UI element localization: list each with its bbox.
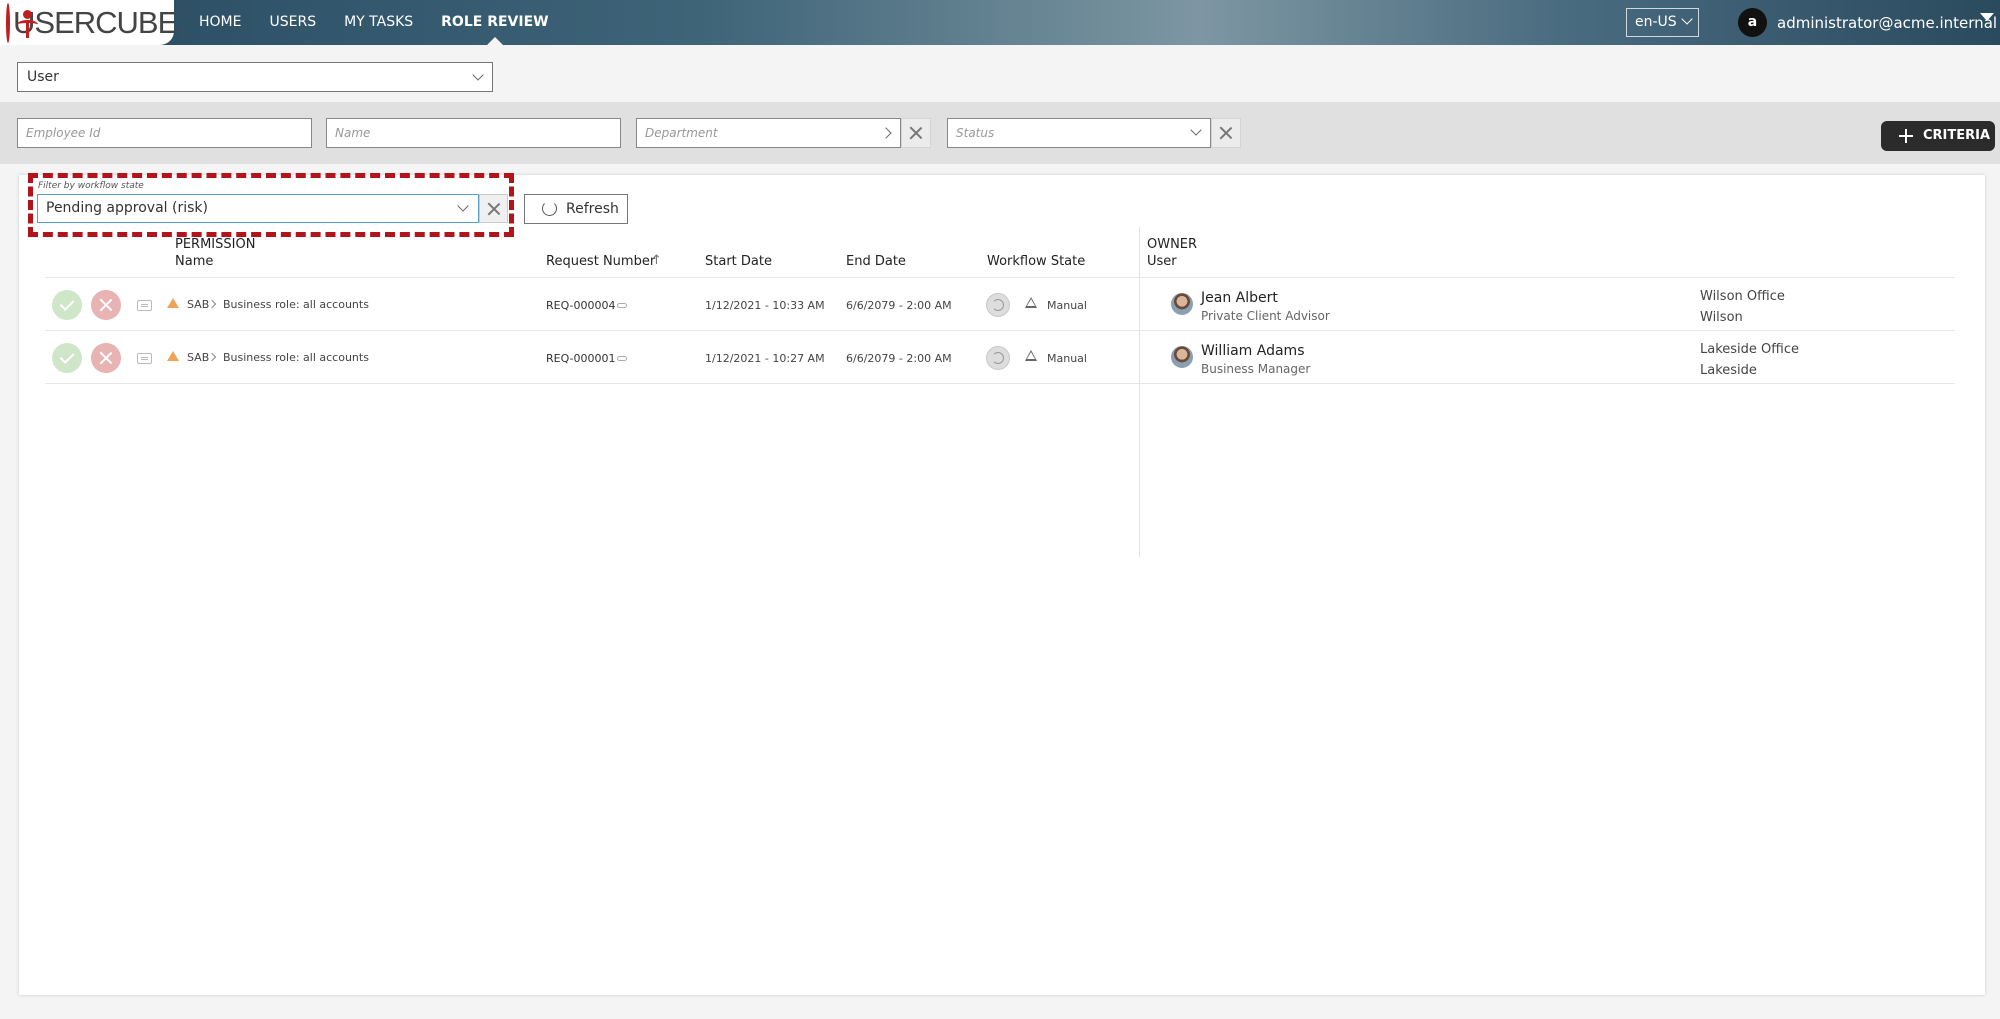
close-icon bbox=[99, 298, 113, 312]
owner-site-office: Wilson Office bbox=[1700, 289, 1785, 304]
end-date: 6/6/2079 - 2:00 AM bbox=[846, 352, 952, 365]
department-placeholder: Department bbox=[645, 126, 718, 140]
workflow-state: Manual bbox=[1047, 299, 1087, 312]
add-criteria-button[interactable]: CRITERIA bbox=[1881, 121, 1995, 151]
owner-avatar bbox=[1171, 293, 1193, 315]
owner-avatar bbox=[1171, 346, 1193, 368]
language-value: en-US bbox=[1635, 14, 1677, 30]
criteria-bar: Employee Id Name Department Status CRITE… bbox=[0, 102, 2000, 164]
workflow-state-value: Pending approval (risk) bbox=[46, 200, 208, 216]
criteria-button-label: CRITERIA bbox=[1923, 128, 1991, 143]
close-icon bbox=[909, 126, 923, 140]
column-header-user[interactable]: User bbox=[1147, 254, 1177, 269]
close-icon bbox=[487, 202, 501, 216]
end-date: 6/6/2079 - 2:00 AM bbox=[846, 299, 952, 312]
approve-button[interactable] bbox=[52, 290, 82, 320]
history-icon[interactable] bbox=[986, 293, 1010, 317]
comment-icon[interactable] bbox=[137, 300, 152, 311]
refresh-button[interactable]: Refresh bbox=[524, 194, 628, 224]
column-header-request-number[interactable]: Request Number bbox=[546, 254, 655, 269]
alert-icon bbox=[1025, 350, 1037, 361]
reject-button[interactable] bbox=[91, 290, 121, 320]
chevron-down-icon bbox=[1190, 124, 1202, 136]
status-select[interactable]: Status bbox=[947, 118, 1211, 148]
permission-group-header: PERMISSION bbox=[175, 237, 256, 252]
employee-id-input[interactable]: Employee Id bbox=[17, 118, 312, 148]
warning-icon bbox=[167, 351, 179, 361]
results-panel: Filter by workflow state Pending approva… bbox=[19, 173, 1985, 995]
nav-role-review[interactable]: ROLE REVIEW bbox=[441, 0, 549, 45]
link-icon[interactable] bbox=[617, 356, 627, 361]
refresh-icon bbox=[542, 201, 557, 216]
nav-home[interactable]: HOME bbox=[199, 0, 241, 45]
owner-site-office: Lakeside Office bbox=[1700, 342, 1799, 357]
avatar: a bbox=[1738, 8, 1767, 37]
link-icon[interactable] bbox=[617, 303, 627, 308]
column-header-start-date[interactable]: Start Date bbox=[705, 254, 772, 269]
workflow-state-select[interactable]: Pending approval (risk) bbox=[37, 194, 479, 223]
owner-title: Private Client Advisor bbox=[1201, 309, 1330, 323]
status-clear-button[interactable] bbox=[1211, 118, 1241, 148]
logo-icon bbox=[6, 2, 38, 43]
close-icon bbox=[1219, 126, 1233, 140]
main-nav: HOME USERS MY TASKS ROLE REVIEW bbox=[199, 0, 577, 45]
department-picker[interactable]: Department bbox=[636, 118, 901, 148]
comment-icon[interactable] bbox=[137, 353, 152, 364]
status-placeholder: Status bbox=[956, 126, 995, 140]
name-placeholder: Name bbox=[335, 126, 371, 140]
column-header-workflow-state[interactable]: Workflow State bbox=[987, 254, 1085, 269]
column-header-name[interactable]: Name bbox=[175, 254, 213, 269]
permission-name: Business role: all accounts bbox=[223, 298, 369, 311]
user-menu[interactable]: a administrator@acme.internal bbox=[1738, 8, 1997, 37]
entity-type-value: User bbox=[27, 69, 59, 85]
owner-group-header: OWNER bbox=[1147, 237, 1198, 252]
entity-type-select[interactable]: User bbox=[17, 62, 493, 92]
owner-site: Wilson bbox=[1700, 310, 1743, 325]
sort-ascending-icon[interactable]: ↑ bbox=[651, 253, 662, 268]
permission-resource: SAB bbox=[187, 351, 210, 364]
workflow-filter-clear-button[interactable] bbox=[479, 194, 508, 223]
owner-name[interactable]: Jean Albert bbox=[1201, 290, 1278, 306]
top-bar: USERCUBE HOME USERS MY TASKS ROLE REVIEW… bbox=[0, 0, 2000, 45]
row-divider bbox=[45, 383, 1955, 384]
language-select[interactable]: en-US bbox=[1626, 8, 1699, 37]
start-date: 1/12/2021 - 10:27 AM bbox=[705, 352, 825, 365]
refresh-label: Refresh bbox=[566, 201, 619, 217]
table-row[interactable]: SAB Business role: all accounts REQ-0000… bbox=[19, 331, 1985, 383]
chevron-down-icon bbox=[1681, 13, 1693, 25]
chevron-down-icon bbox=[457, 200, 469, 212]
workflow-state: Manual bbox=[1047, 352, 1087, 365]
approve-button[interactable] bbox=[52, 343, 82, 373]
table-row[interactable]: SAB Business role: all accounts REQ-0000… bbox=[19, 278, 1985, 330]
nav-my-tasks[interactable]: MY TASKS bbox=[344, 0, 413, 45]
plus-icon bbox=[1899, 129, 1913, 143]
user-email: administrator@acme.internal bbox=[1777, 13, 1998, 32]
owner-site: Lakeside bbox=[1700, 363, 1757, 378]
caret-down-icon[interactable] bbox=[1980, 13, 1994, 21]
employee-id-placeholder: Employee Id bbox=[26, 126, 101, 140]
close-icon bbox=[99, 351, 113, 365]
warning-icon bbox=[167, 298, 179, 308]
alert-icon bbox=[1025, 297, 1037, 308]
request-number: REQ-000001 bbox=[546, 352, 616, 365]
permission-name: Business role: all accounts bbox=[223, 351, 369, 364]
reject-button[interactable] bbox=[91, 343, 121, 373]
name-input[interactable]: Name bbox=[326, 118, 621, 148]
workflow-filter-label: Filter by workflow state bbox=[38, 181, 144, 191]
owner-title: Business Manager bbox=[1201, 362, 1311, 376]
chevron-right-icon bbox=[880, 127, 892, 139]
nav-users[interactable]: USERS bbox=[269, 0, 316, 45]
column-header-end-date[interactable]: End Date bbox=[846, 254, 906, 269]
chevron-down-icon bbox=[472, 69, 484, 81]
permission-resource: SAB bbox=[187, 298, 210, 311]
request-number: REQ-000004 bbox=[546, 299, 616, 312]
start-date: 1/12/2021 - 10:33 AM bbox=[705, 299, 825, 312]
owner-name[interactable]: William Adams bbox=[1201, 343, 1305, 359]
history-icon[interactable] bbox=[986, 346, 1010, 370]
usercube-logo[interactable]: USERCUBE bbox=[0, 0, 178, 45]
department-clear-button[interactable] bbox=[901, 118, 931, 148]
